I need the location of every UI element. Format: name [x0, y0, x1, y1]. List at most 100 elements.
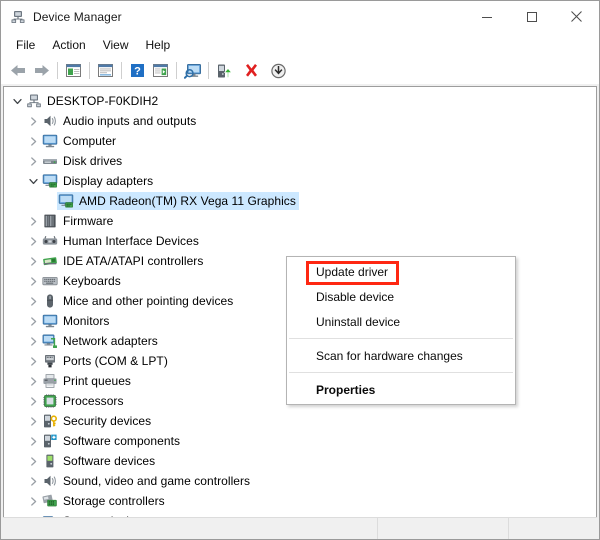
tree-node-label: Software devices — [63, 454, 156, 468]
tree-node-content: Human Interface Devices — [41, 232, 202, 250]
toolbar-separator — [208, 62, 209, 79]
close-button[interactable] — [554, 1, 599, 32]
processor-icon — [42, 393, 58, 409]
context-menu-item-scan-for-hardware-changes[interactable]: Scan for hardware changes — [287, 343, 515, 368]
window-title: Device Manager — [33, 9, 122, 24]
chevron-right-icon[interactable] — [25, 111, 41, 131]
tree-node[interactable]: Storage controllers — [4, 491, 596, 511]
system-device-icon — [42, 513, 58, 517]
chevron-right-icon[interactable] — [25, 391, 41, 411]
tree-node-content: Keyboards — [41, 272, 124, 290]
update-driver-icon[interactable] — [213, 59, 236, 82]
forward-arrow-icon[interactable] — [30, 59, 53, 82]
tree-node[interactable]: DESKTOP-F0KDIH2 — [4, 91, 596, 111]
chevron-right-icon[interactable] — [25, 271, 41, 291]
tree-node-label: Disk drives — [63, 154, 123, 168]
tree-node-content: Disk drives — [41, 152, 125, 170]
menu-help[interactable]: Help — [138, 35, 180, 55]
tree-node[interactable]: Software devices — [4, 451, 596, 471]
tree-node[interactable]: System devices — [4, 511, 596, 517]
software-device-icon — [42, 453, 58, 469]
tree-node-content: Firmware — [41, 212, 116, 230]
chevron-right-icon[interactable] — [25, 151, 41, 171]
context-menu-item-uninstall-device[interactable]: Uninstall device — [287, 309, 515, 334]
tree-node-content: Display adapters — [41, 172, 156, 190]
tree-node-selected[interactable]: AMD Radeon(TM) RX Vega 11 Graphics — [4, 191, 596, 211]
chevron-right-icon[interactable] — [25, 211, 41, 231]
status-pane-main — [3, 518, 378, 539]
chevron-right-icon[interactable] — [25, 251, 41, 271]
chevron-right-icon[interactable] — [25, 491, 41, 511]
maximize-button[interactable] — [509, 1, 554, 32]
chevron-right-icon[interactable] — [25, 371, 41, 391]
context-menu-item-disable-device[interactable]: Disable device — [287, 284, 515, 309]
computer-root-icon — [26, 93, 42, 109]
chevron-down-icon[interactable] — [25, 171, 41, 191]
show-hide-console-tree-icon[interactable] — [62, 59, 85, 82]
menu-file[interactable]: File — [8, 35, 44, 55]
status-pane-tertiary — [509, 518, 597, 539]
chevron-right-icon[interactable] — [25, 351, 41, 371]
tree-node[interactable]: Computer — [4, 131, 596, 151]
chevron-right-icon[interactable] — [25, 311, 41, 331]
tree-node[interactable]: Software components — [4, 431, 596, 451]
security-device-icon — [42, 413, 58, 429]
properties-icon[interactable] — [94, 59, 117, 82]
context-menu-item-update-driver[interactable]: Update driver — [287, 259, 515, 284]
tree-node-label: Security devices — [63, 414, 152, 428]
tree-node[interactable]: Human Interface Devices — [4, 231, 596, 251]
device-manager-window: Device Manager File Action View Help ? D… — [0, 0, 600, 540]
toolbar: ? — [1, 57, 599, 84]
chevron-right-icon[interactable] — [25, 451, 41, 471]
tree-node-label: Storage controllers — [63, 494, 165, 508]
menu-action[interactable]: Action — [44, 35, 94, 55]
chevron-right-icon[interactable] — [25, 291, 41, 311]
context-menu-item-properties[interactable]: Properties — [287, 377, 515, 402]
device-manager-icon — [10, 9, 26, 25]
tree-node-content: Software components — [41, 432, 183, 450]
tree-node-content: DESKTOP-F0KDIH2 — [25, 92, 161, 110]
menu-bar: File Action View Help — [1, 33, 599, 57]
help-icon[interactable]: ? — [126, 59, 149, 82]
back-arrow-icon[interactable] — [7, 59, 30, 82]
menu-view[interactable]: View — [95, 35, 138, 55]
minimize-button[interactable] — [464, 1, 509, 32]
tree-node-content: Computer — [41, 132, 119, 150]
tree-node-label: Network adapters — [63, 334, 158, 348]
ide-controller-icon — [42, 253, 58, 269]
keyboard-icon — [42, 273, 58, 289]
tree-node-label: Display adapters — [63, 174, 154, 188]
mouse-icon — [42, 293, 58, 309]
title-bar: Device Manager — [1, 1, 599, 33]
chevron-right-icon[interactable] — [25, 131, 41, 151]
client-area: DESKTOP-F0KDIH2 Audio inputs and outputs C… — [1, 84, 599, 539]
tree-node[interactable]: Firmware — [4, 211, 596, 231]
chevron-right-icon[interactable] — [25, 511, 41, 517]
tree-node-content: Network adapters — [41, 332, 161, 350]
tree-node-content: AMD Radeon(TM) RX Vega 11 Graphics — [57, 192, 299, 210]
show-hide-action-pane-icon[interactable] — [149, 59, 172, 82]
printer-icon — [42, 373, 58, 389]
toolbar-separator — [57, 62, 58, 79]
scan-for-hardware-changes-icon[interactable] — [181, 59, 204, 82]
tree-node[interactable]: Sound, video and game controllers — [4, 471, 596, 491]
window-controls — [464, 1, 599, 32]
tree-node[interactable]: Display adapters — [4, 171, 596, 191]
speaker-icon — [42, 113, 58, 129]
disable-device-icon[interactable] — [267, 59, 290, 82]
tree-node-label: Ports (COM & LPT) — [63, 354, 168, 368]
tree-node[interactable]: Disk drives — [4, 151, 596, 171]
chevron-right-icon[interactable] — [25, 411, 41, 431]
chevron-right-icon[interactable] — [25, 231, 41, 251]
tree-node-content: Monitors — [41, 312, 112, 330]
context-menu[interactable]: Update driver Disable device Uninstall dev… — [286, 256, 516, 405]
tree-node[interactable]: Audio inputs and outputs — [4, 111, 596, 131]
uninstall-device-icon[interactable] — [240, 59, 263, 82]
status-pane-secondary — [378, 518, 509, 539]
chevron-right-icon[interactable] — [25, 471, 41, 491]
chevron-down-icon[interactable] — [9, 91, 25, 111]
tree-node[interactable]: Security devices — [4, 411, 596, 431]
tree-node-label: Print queues — [63, 374, 131, 388]
chevron-right-icon[interactable] — [25, 331, 41, 351]
chevron-right-icon[interactable] — [25, 431, 41, 451]
